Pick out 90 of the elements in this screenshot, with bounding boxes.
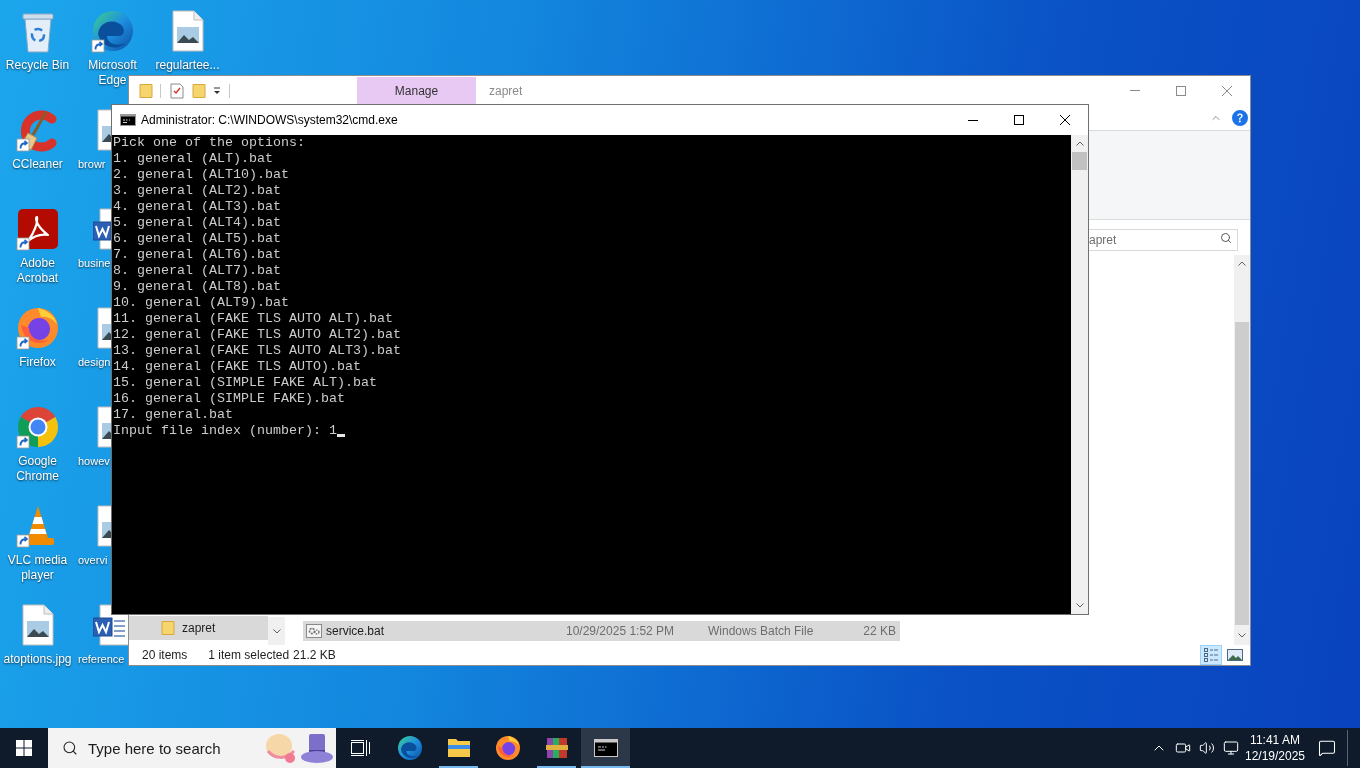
properties-check-icon[interactable] — [170, 82, 184, 99]
item-count: 20 items — [142, 647, 188, 664]
console-line: 10. general (ALT9).bat — [113, 295, 289, 311]
folder-icon — [447, 739, 470, 757]
desktop-icon-label[interactable]: CCleaner — [0, 157, 75, 172]
console-line: 5. general (ALT4).bat — [113, 215, 281, 231]
search-field[interactable]: apret — [1088, 228, 1238, 251]
notification-icon — [1318, 739, 1336, 757]
details-view-button[interactable] — [1200, 645, 1222, 665]
gear-file-icon — [306, 623, 322, 639]
minimize-icon — [1130, 90, 1140, 91]
desktop-icon-label[interactable]: VLC media player — [0, 553, 75, 583]
search-icon[interactable] — [1220, 231, 1232, 244]
console-line: 13. general (FAKE TLS AUTO ALT3).bat — [113, 343, 401, 359]
search-icon — [62, 740, 78, 756]
console-line: 17. general.bat — [113, 407, 233, 423]
console-line: 9. general (ALT8).bat — [113, 279, 281, 295]
bonnet-icon — [264, 732, 298, 764]
speaker-icon — [1199, 740, 1215, 756]
close-icon — [1060, 115, 1070, 125]
minimize-icon — [968, 119, 978, 121]
browser-icon — [495, 736, 520, 760]
console-line: 11. general (FAKE TLS AUTO ALT).bat — [113, 311, 393, 327]
scrollbar-track[interactable] — [1234, 255, 1250, 645]
console-line: 7. general (ALT6).bat — [113, 247, 281, 263]
console-line: 1. general (ALT).bat — [113, 151, 273, 167]
folder-icon — [161, 620, 175, 636]
console-line: 4. general (ALT3).bat — [113, 199, 281, 215]
image-file-icon[interactable] — [96, 502, 112, 550]
window-title: zapret — [489, 82, 523, 100]
console-line: 8. general (ALT7).bat — [113, 263, 281, 279]
image-file-icon[interactable] — [96, 106, 112, 154]
selection-size: 21.2 KB — [293, 647, 336, 664]
scrollbar-thumb[interactable] — [1072, 152, 1087, 170]
maximize-icon — [1176, 85, 1186, 96]
window-title: Administrator: C:\WINDOWS\system32\cmd.exe — [141, 112, 398, 129]
nav-item[interactable]: zapret — [129, 616, 268, 640]
file-size: 22 KB — [862, 623, 896, 640]
terminal-icon — [120, 114, 136, 126]
desktop-icon-label[interactable]: regulartee... — [150, 58, 225, 73]
desktop-icon-label[interactable]: Adobe Acrobat — [0, 256, 75, 286]
desktop-icon-label[interactable]: howev — [75, 454, 110, 469]
image-file-icon[interactable] — [96, 304, 112, 352]
desktop-icon-label[interactable]: browr — [75, 157, 106, 172]
picture-view-icon — [1227, 649, 1243, 661]
file-type: Windows Batch File — [708, 623, 815, 640]
console-line: 14. general (FAKE TLS AUTO).bat — [113, 359, 361, 375]
desktop-icon-label[interactable]: Microsoft Edge — [75, 58, 150, 88]
network-icon — [1223, 740, 1239, 756]
desktop-icon-label[interactable]: Google Chrome — [0, 454, 75, 484]
archive-books-icon — [545, 737, 568, 759]
desktop-icon-label[interactable]: busine — [75, 256, 111, 271]
terminal-icon — [593, 739, 618, 757]
file-name: service.bat — [326, 623, 386, 640]
desktop-icon-label[interactable]: overvi — [75, 553, 108, 568]
desktop-icon-label[interactable]: atoptions.jpg — [0, 652, 75, 667]
console-line: 16. general (SIMPLE FAKE).bat — [113, 391, 345, 407]
desktop-icon-label[interactable]: Recycle Bin — [0, 58, 75, 73]
customize-caret-icon[interactable] — [213, 86, 221, 95]
desktop-icon-label[interactable]: Firefox — [0, 355, 75, 370]
console-line: 12. general (FAKE TLS AUTO ALT2).bat — [113, 327, 401, 343]
nav-item-label[interactable]: zapret — [182, 619, 216, 637]
camera-icon — [1175, 740, 1191, 756]
console-line: 15. general (SIMPLE FAKE ALT).bat — [113, 375, 377, 391]
clock-time[interactable]: 11:41 AM — [1250, 732, 1300, 748]
desktop-icon-label[interactable]: design — [75, 355, 111, 370]
file-row[interactable]: service.bat 10/29/2025 1:52 PM Windows Batch File 22 KB — [303, 621, 900, 641]
scrollbar-thumb[interactable] — [1235, 322, 1249, 625]
console-input-line: Input file index (number): 1 — [113, 423, 337, 439]
windows-logo-icon — [16, 740, 32, 756]
top-hat-icon — [300, 732, 334, 764]
scrollbar-track[interactable] — [1071, 135, 1088, 614]
console-line: Pick one of the options: — [113, 135, 305, 151]
console-line: 6. general (ALT5).bat — [113, 231, 281, 247]
task-view-icon — [350, 740, 371, 756]
console-line: 2. general (ALT10).bat — [113, 167, 289, 183]
image-file-icon[interactable] — [96, 403, 112, 451]
taskbar-app-button[interactable] — [581, 728, 630, 768]
desktop-icon-label[interactable]: reference — [75, 652, 125, 667]
selection-count: 1 item selected — [208, 647, 290, 664]
file-date: 10/29/2025 1:52 PM — [565, 623, 676, 640]
manage-tab[interactable]: Manage — [357, 77, 476, 104]
console-line: 3. general (ALT2).bat — [113, 183, 281, 199]
clock-date[interactable]: 12/19/2025 — [1244, 748, 1306, 764]
maximize-icon — [1014, 115, 1024, 125]
help-icon[interactable] — [1232, 109, 1248, 126]
browser-icon — [397, 736, 422, 760]
text-cursor-icon — [336, 434, 345, 437]
close-icon — [1222, 85, 1232, 96]
details-view-icon — [1203, 647, 1219, 663]
